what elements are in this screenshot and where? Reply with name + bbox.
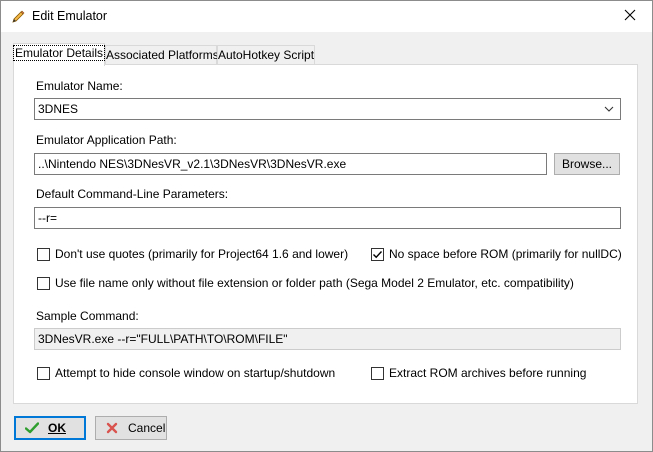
ok-button[interactable]: OK bbox=[14, 416, 86, 440]
file-name-only-label[interactable]: Use file name only without file extensio… bbox=[55, 276, 574, 290]
no-space-before-rom-checkbox[interactable] bbox=[371, 248, 384, 261]
checkmark-icon bbox=[24, 420, 40, 436]
sample-command-label: Sample Command: bbox=[36, 309, 139, 323]
sample-command-value: 3DNesVR.exe --r="FULL\PATH\TO\ROM\FILE" bbox=[38, 332, 288, 346]
hide-console-checkbox[interactable] bbox=[37, 367, 50, 380]
title-bar[interactable]: Edit Emulator bbox=[1, 1, 652, 32]
params-input[interactable]: --r= bbox=[34, 207, 621, 229]
close-button[interactable] bbox=[607, 1, 652, 31]
emulator-name-combobox[interactable]: 3DNES bbox=[34, 98, 621, 120]
tab-autohotkey-script[interactable]: AutoHotkey Script bbox=[217, 45, 315, 65]
ok-label: OK bbox=[48, 421, 66, 435]
emulator-name-value: 3DNES bbox=[38, 102, 79, 116]
params-value: --r= bbox=[38, 211, 57, 225]
browse-button[interactable]: Browse... bbox=[554, 153, 620, 175]
cancel-button[interactable]: Cancel bbox=[95, 416, 167, 440]
checkmark-icon bbox=[373, 251, 383, 259]
pencil-icon bbox=[10, 9, 26, 25]
tab-emulator-details[interactable]: Emulator Details bbox=[12, 43, 106, 66]
app-path-input[interactable]: ..\Nintendo NES\3DNesVR_v2.1\3DNesVR\3DN… bbox=[34, 153, 547, 175]
sample-command-field: 3DNesVR.exe --r="FULL\PATH\TO\ROM\FILE" bbox=[34, 328, 621, 350]
emulator-name-label: Emulator Name: bbox=[36, 79, 123, 93]
extract-rom-checkbox[interactable] bbox=[371, 367, 384, 380]
params-label: Default Command-Line Parameters: bbox=[36, 187, 229, 201]
close-icon bbox=[624, 9, 636, 24]
dont-use-quotes-label[interactable]: Don't use quotes (primarily for Project6… bbox=[55, 247, 348, 261]
extract-rom-label[interactable]: Extract ROM archives before running bbox=[389, 366, 586, 380]
cancel-x-icon bbox=[104, 420, 120, 436]
cancel-label: Cancel bbox=[128, 421, 166, 435]
tab-associated-platforms[interactable]: Associated Platforms bbox=[105, 45, 219, 65]
hide-console-label[interactable]: Attempt to hide console window on startu… bbox=[55, 366, 335, 380]
app-path-label: Emulator Application Path: bbox=[36, 133, 177, 147]
tab-label: Associated Platforms bbox=[106, 48, 219, 62]
dont-use-quotes-checkbox[interactable] bbox=[37, 248, 50, 261]
file-name-only-checkbox[interactable] bbox=[37, 277, 50, 290]
tab-label: AutoHotkey Script bbox=[218, 48, 315, 62]
no-space-before-rom-label[interactable]: No space before ROM (primarily for nullD… bbox=[389, 247, 622, 261]
window-title: Edit Emulator bbox=[32, 9, 108, 23]
app-path-value: ..\Nintendo NES\3DNesVR_v2.1\3DNesVR\3DN… bbox=[38, 157, 347, 171]
tab-label: Emulator Details bbox=[12, 45, 106, 61]
chevron-down-icon[interactable] bbox=[602, 102, 616, 116]
edit-emulator-window: Edit Emulator Emulator Details Associate… bbox=[0, 0, 653, 452]
